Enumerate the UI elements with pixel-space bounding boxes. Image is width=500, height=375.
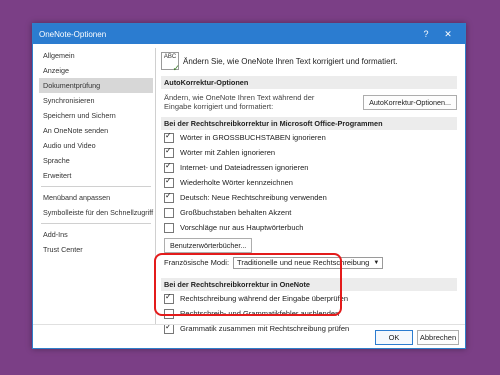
autocorrect-description: Ändern, wie OneNote Ihren Text während d… bbox=[164, 93, 315, 111]
onenote-section-header: Bei der Rechtschreibkorrektur in OneNote bbox=[161, 278, 457, 291]
sidebar-item-senden[interactable]: An OneNote senden bbox=[39, 123, 153, 138]
category-sidebar: Allgemein Anzeige Dokumentprüfung Synchr… bbox=[39, 48, 153, 320]
option-label: Deutsch: Neue Rechtschreibung verwenden bbox=[180, 193, 327, 202]
option-main-dictionary[interactable]: Vorschläge nur aus Hauptwörterbuch bbox=[161, 220, 457, 235]
checkbox[interactable] bbox=[164, 207, 174, 218]
option-ignore-uppercase[interactable]: Wörter in GROSSBUCHSTABEN ignorieren bbox=[161, 130, 457, 145]
office-section-header: Bei der Rechtschreibkorrektur in Microso… bbox=[161, 117, 457, 130]
title-bar: OneNote-Optionen ? ✕ bbox=[33, 24, 465, 44]
dialog-footer: OK Abbrechen bbox=[33, 324, 465, 349]
intro-text: Ändern Sie, wie OneNote Ihren Text korri… bbox=[183, 56, 398, 66]
option-label: Vorschläge nur aus Hauptwörterbuch bbox=[180, 223, 304, 232]
option-uppercase-accent[interactable]: Großbuchstaben behalten Akzent bbox=[161, 205, 457, 220]
sidebar-item-dokumentpruefung[interactable]: Dokumentprüfung bbox=[39, 78, 153, 93]
checkbox[interactable] bbox=[164, 131, 174, 143]
custom-dictionaries-button[interactable]: Benutzerwörterbücher... bbox=[164, 237, 253, 253]
window-title: OneNote-Optionen bbox=[39, 29, 107, 39]
sidebar-divider bbox=[41, 223, 151, 224]
option-label: Großbuchstaben behalten Akzent bbox=[180, 208, 292, 217]
ok-button[interactable]: OK bbox=[375, 330, 413, 345]
sidebar-divider bbox=[41, 186, 151, 187]
sidebar-item-anzeige[interactable]: Anzeige bbox=[39, 63, 153, 78]
checkbox[interactable] bbox=[164, 292, 174, 304]
dictionary-row: Benutzerwörterbücher... bbox=[161, 235, 457, 255]
intro-row: ABC ✓ Ändern Sie, wie OneNote Ihren Text … bbox=[161, 48, 457, 74]
option-label: Internet- und Dateiadressen ignorieren bbox=[180, 163, 309, 172]
autocorrect-options-button[interactable]: AutoKorrektur-Optionen... bbox=[363, 94, 457, 110]
option-label: Wiederholte Wörter kennzeichnen bbox=[180, 178, 293, 187]
sidebar-item-sprache[interactable]: Sprache bbox=[39, 153, 153, 168]
french-modes-value: Traditionelle und neue Rechtschreibung bbox=[237, 257, 370, 267]
autocorrect-section-header: AutoKorrektur-Optionen bbox=[161, 76, 457, 89]
french-modes-row: Französische Modi: Traditionelle und neu… bbox=[161, 255, 457, 270]
sidebar-item-trust-center[interactable]: Trust Center bbox=[39, 242, 153, 257]
option-label: Rechtschreibung während der Eingabe über… bbox=[180, 294, 349, 303]
checkbox[interactable] bbox=[164, 191, 174, 203]
cancel-button[interactable]: Abbrechen bbox=[417, 330, 459, 345]
option-flag-repeated[interactable]: Wiederholte Wörter kennzeichnen bbox=[161, 175, 457, 190]
sidebar-item-menueband[interactable]: Menüband anpassen bbox=[39, 190, 153, 205]
french-modes-label: Französische Modi: bbox=[164, 258, 230, 267]
checkbox[interactable] bbox=[164, 222, 174, 233]
sidebar-item-audio-video[interactable]: Audio und Video bbox=[39, 138, 153, 153]
checkbox[interactable] bbox=[164, 308, 174, 319]
option-label: Rechtschreib- und Grammatikfehler ausble… bbox=[180, 309, 340, 318]
option-new-spelling[interactable]: Deutsch: Neue Rechtschreibung verwenden bbox=[161, 190, 457, 205]
sidebar-item-synchronisieren[interactable]: Synchronisieren bbox=[39, 93, 153, 108]
autocorrect-row: Ändern, wie OneNote Ihren Text während d… bbox=[161, 89, 457, 115]
options-dialog: OneNote-Optionen ? ✕ Allgemein Anzeige D… bbox=[32, 23, 466, 349]
help-button[interactable]: ? bbox=[415, 29, 437, 39]
checkbox[interactable] bbox=[164, 161, 174, 173]
chevron-down-icon: ▼ bbox=[373, 259, 380, 266]
option-check-while-typing[interactable]: Rechtschreibung während der Eingabe über… bbox=[161, 291, 457, 306]
abc-proofing-icon: ABC ✓ bbox=[161, 52, 180, 73]
proofing-panel: ABC ✓ Ändern Sie, wie OneNote Ihren Text … bbox=[161, 48, 457, 334]
sidebar-item-speichern[interactable]: Speichern und Sichern bbox=[39, 108, 153, 123]
close-button[interactable]: ✕ bbox=[437, 29, 459, 40]
sidebar-item-schnellzugriff[interactable]: Symbolleiste für den Schnellzugriff bbox=[39, 205, 153, 220]
option-label: Wörter in GROSSBUCHSTABEN ignorieren bbox=[180, 133, 326, 142]
abc-icon-text: ABC bbox=[163, 54, 177, 60]
checkbox[interactable] bbox=[164, 146, 174, 158]
sidebar-separator bbox=[155, 48, 156, 324]
option-ignore-addresses[interactable]: Internet- und Dateiadressen ignorieren bbox=[161, 160, 457, 175]
french-modes-select[interactable]: Traditionelle und neue Rechtschreibung ▼ bbox=[233, 256, 384, 269]
option-ignore-numbers[interactable]: Wörter mit Zahlen ignorieren bbox=[161, 145, 457, 160]
option-label: Wörter mit Zahlen ignorieren bbox=[180, 148, 276, 157]
sidebar-item-erweitert[interactable]: Erweitert bbox=[39, 168, 153, 183]
sidebar-item-add-ins[interactable]: Add-Ins bbox=[39, 227, 153, 242]
sidebar-item-allgemein[interactable]: Allgemein bbox=[39, 48, 153, 63]
option-hide-errors[interactable]: Rechtschreib- und Grammatikfehler ausble… bbox=[161, 306, 457, 321]
checkbox[interactable] bbox=[164, 176, 174, 188]
